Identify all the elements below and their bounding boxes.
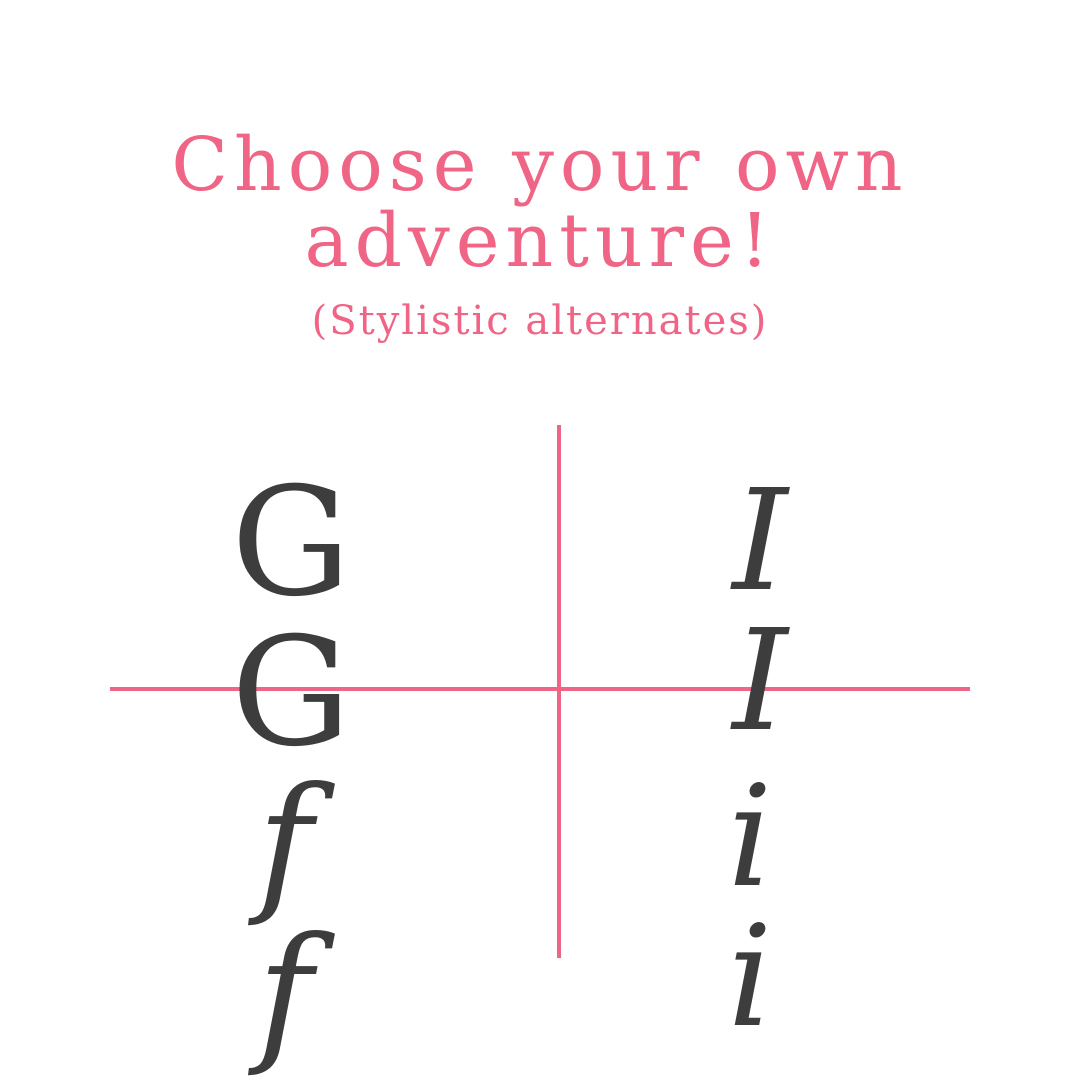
- glyph-pair-f: f f: [257, 756, 363, 1080]
- glyph-pair-g: G G: [231, 456, 379, 780]
- title-line-2: adventure!: [304, 198, 776, 284]
- subtitle: (Stylistic alternates): [311, 298, 769, 344]
- glyph-pair-lowercase-i: i i: [727, 756, 833, 1059]
- stylistic-alternates-card: Choose your own adventure! (Stylistic al…: [0, 0, 1080, 1080]
- glyph-pair-capital-i: I I: [732, 460, 828, 763]
- vertical-divider: [557, 425, 561, 958]
